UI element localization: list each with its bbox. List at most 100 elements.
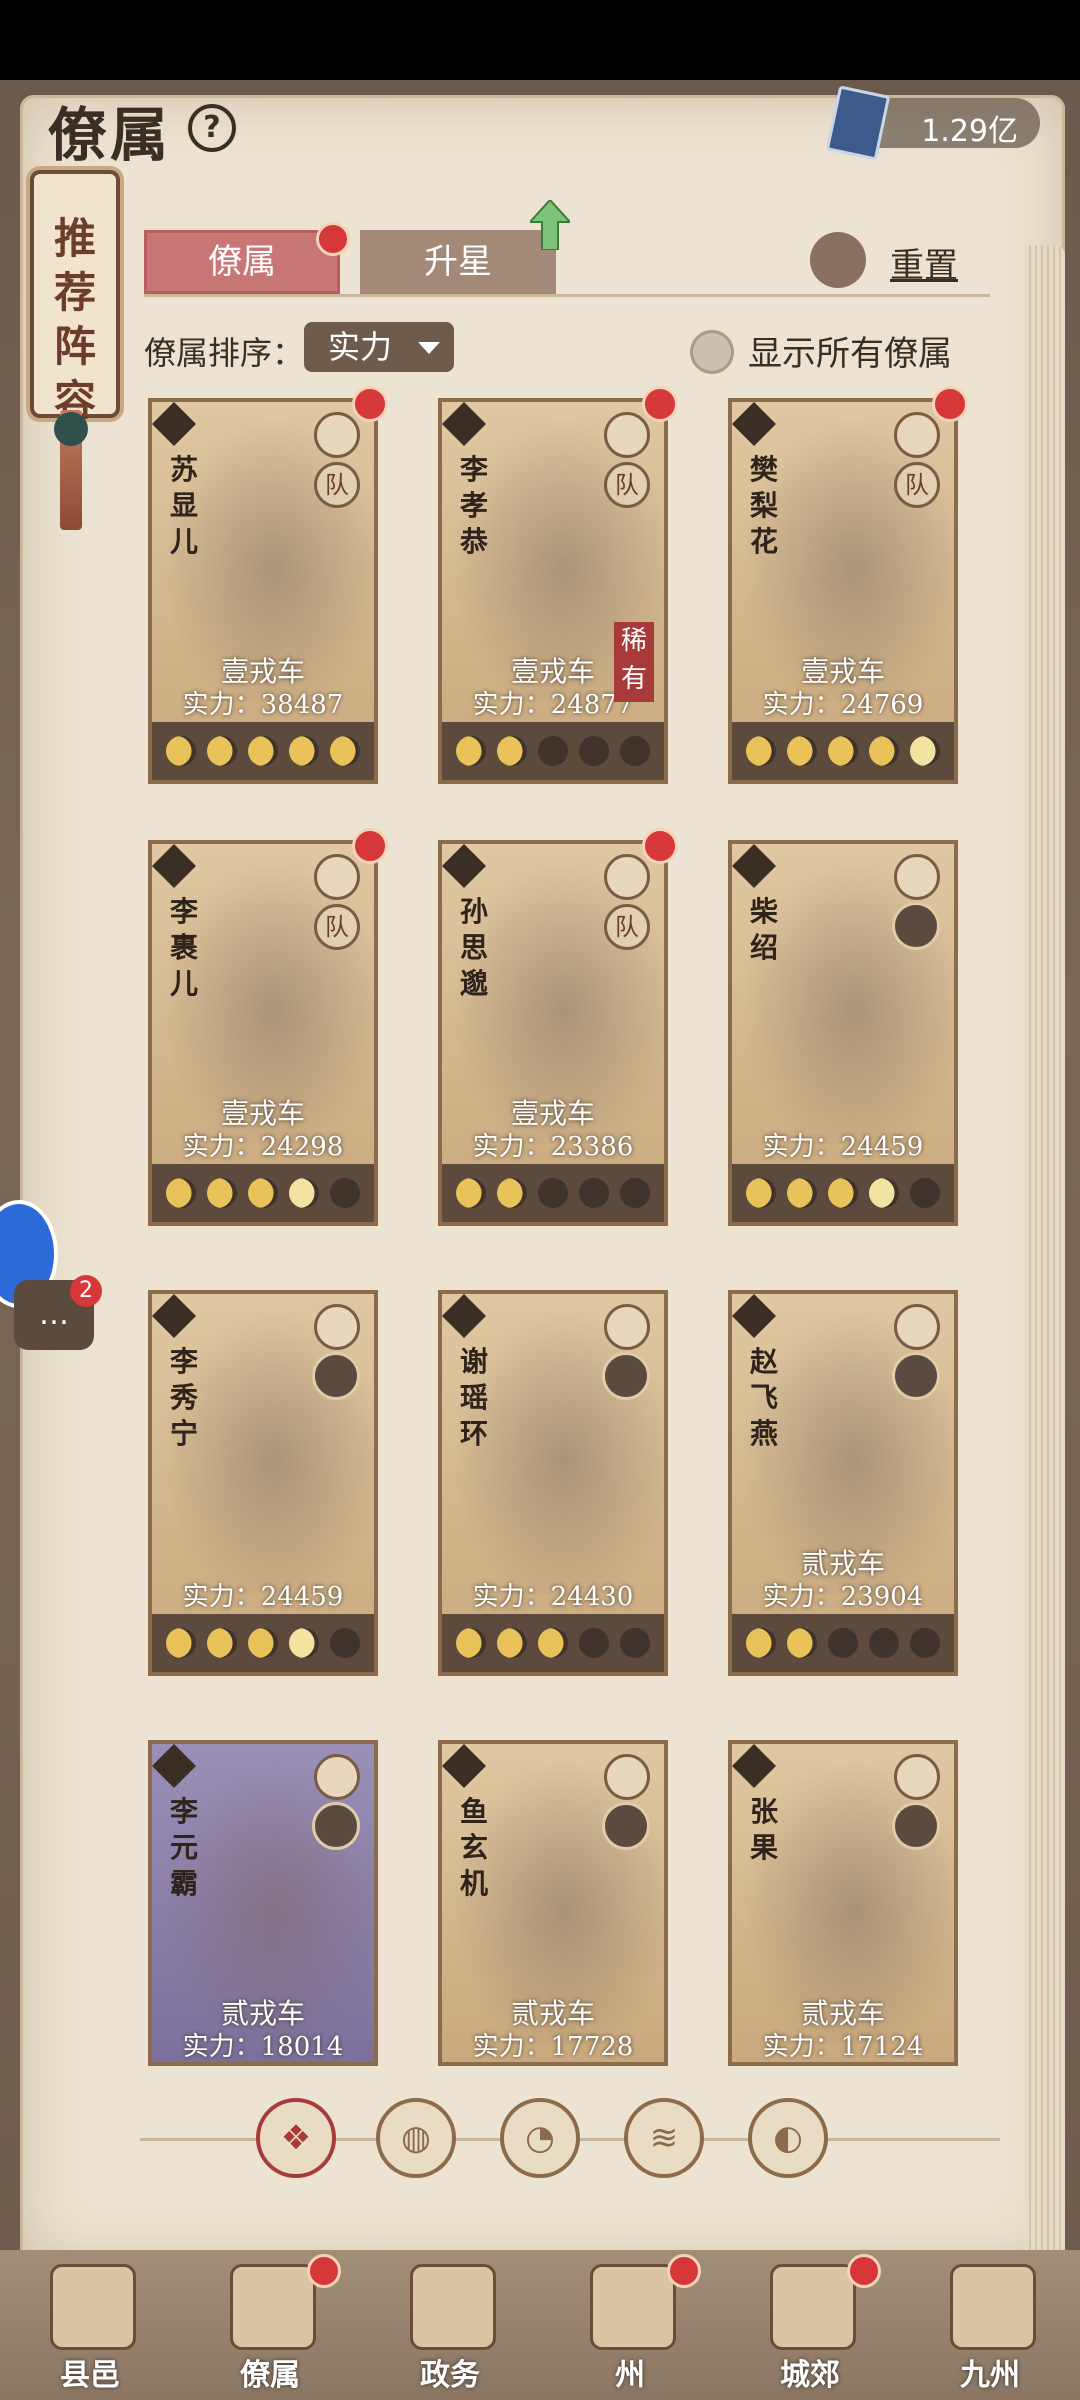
moon-star-icon xyxy=(165,1178,196,1208)
moon-star-icon xyxy=(206,1628,237,1658)
moon-star-icon xyxy=(579,1178,610,1208)
filter-faction-button[interactable]: ≋ xyxy=(624,2098,704,2178)
moon-star-icon xyxy=(289,736,320,766)
arrow-up-icon xyxy=(530,200,570,250)
filter-faction-button[interactable]: ◍ xyxy=(376,2098,456,2178)
show-all-label: 显示所有僚属 xyxy=(748,334,952,374)
moon-star-icon xyxy=(496,1178,527,1208)
subordinate-card[interactable]: 苏显儿队壹戎车 实力：38487 xyxy=(148,398,378,784)
subordinate-card[interactable]: 张果 贰戎车 实力：17124 xyxy=(728,1740,958,2066)
tab-subordinates[interactable]: 僚属 xyxy=(144,230,340,294)
help-icon[interactable]: ? xyxy=(188,104,236,152)
power-value: 实力：24430 xyxy=(472,1582,634,1612)
star-level-bar xyxy=(152,722,374,780)
subordinate-name: 苏显儿 xyxy=(169,453,198,558)
card-notification-dot xyxy=(352,828,388,864)
moon-star-icon xyxy=(496,736,527,766)
recommended-lineup-button[interactable]: 推荐阵容 xyxy=(30,170,120,425)
moon-star-icon xyxy=(620,1178,651,1208)
rare-badge: 稀有 xyxy=(614,622,654,702)
subordinate-card[interactable]: 李孝恭队壹戎车 实力：24877 稀有 xyxy=(438,398,668,784)
moon-star-icon xyxy=(579,1628,610,1658)
power-value: 实力：24769 xyxy=(762,690,924,720)
moon-star-icon xyxy=(455,1178,486,1208)
nav-label: 政务 xyxy=(420,2358,480,2393)
subordinate-card[interactable]: 柴绍 实力：24459 xyxy=(728,840,958,1226)
team-badge: 队 xyxy=(604,904,650,950)
nav-item[interactable]: 僚属 xyxy=(195,2250,345,2400)
moon-star-icon xyxy=(869,1178,900,1208)
subordinate-name: 赵飞燕 xyxy=(749,1345,778,1450)
moon-star-icon xyxy=(827,1178,858,1208)
power-value: 实力：23904 xyxy=(762,1582,924,1612)
nav-item[interactable]: 县邑 xyxy=(15,2250,165,2400)
nav-label: 九州 xyxy=(960,2358,1020,2393)
subordinate-card[interactable]: 樊梨花队壹戎车 实力：24769 xyxy=(728,398,958,784)
moon-star-icon xyxy=(910,1628,941,1658)
weapon-icon xyxy=(894,1754,940,1800)
subordinate-name: 李裹儿 xyxy=(169,895,198,1000)
subordinate-card[interactable]: 李元霸 贰戎车 实力：18014 xyxy=(148,1740,378,2066)
subordinate-name: 李孝恭 xyxy=(459,453,488,558)
moon-star-icon xyxy=(537,1628,568,1658)
moon-star-icon xyxy=(496,1628,527,1658)
weapon-icon xyxy=(894,854,940,900)
moon-star-icon xyxy=(537,1178,568,1208)
bottom-navigation: 县邑 僚属 政务 州 城郊 九州 xyxy=(0,2250,1080,2400)
nav-item[interactable]: 州 xyxy=(555,2250,705,2400)
reset-button[interactable]: 重置 xyxy=(890,238,958,287)
subordinate-card[interactable]: 李秀宁 实力：24459 xyxy=(148,1290,378,1676)
subordinate-card[interactable]: 鱼玄机 贰戎车 实力：17728 xyxy=(438,1740,668,2066)
nav-label: 僚属 xyxy=(240,2358,300,2393)
avatar xyxy=(892,1352,940,1400)
nav-icon xyxy=(950,2264,1036,2350)
moon-star-icon xyxy=(786,1628,817,1658)
power-value: 实力：18014 xyxy=(182,2032,344,2062)
chevron-down-icon xyxy=(418,342,440,354)
tab-star-up[interactable]: 升星 xyxy=(360,230,556,294)
recommended-lineup-label: 推荐阵容 xyxy=(53,214,96,425)
avatar xyxy=(892,902,940,950)
currency-value: 1.29亿 xyxy=(921,114,1018,149)
nav-label: 县邑 xyxy=(60,2358,120,2393)
weapon-icon xyxy=(894,1304,940,1350)
moon-star-icon xyxy=(289,1178,320,1208)
filter-faction-button[interactable]: ◐ xyxy=(748,2098,828,2178)
subordinate-card[interactable]: 孙思邈队壹戎车 实力：23386 xyxy=(438,840,668,1226)
moon-star-icon xyxy=(745,736,776,766)
filter-all-button[interactable]: ❖ xyxy=(256,2098,336,2178)
moon-star-icon xyxy=(620,736,651,766)
show-all-toggle[interactable] xyxy=(690,330,734,374)
nav-item[interactable]: 政务 xyxy=(375,2250,525,2400)
subordinate-card[interactable]: 谢瑶环 实力：24430 xyxy=(438,1290,668,1676)
subordinate-card[interactable]: 赵飞燕 贰戎车 实力：23904 xyxy=(728,1290,958,1676)
nav-item[interactable]: 九州 xyxy=(915,2250,1065,2400)
subordinate-card[interactable]: 李裹儿队壹戎车 实力：24298 xyxy=(148,840,378,1226)
star-level-bar xyxy=(732,1614,954,1672)
tassel-knot xyxy=(54,412,88,446)
avatar xyxy=(312,1352,360,1400)
moon-star-icon xyxy=(247,1178,278,1208)
weapon-icon xyxy=(314,1304,360,1350)
nav-icon xyxy=(590,2264,676,2350)
nav-item[interactable]: 城郊 xyxy=(735,2250,885,2400)
chat-unread-badge: 2 xyxy=(70,1275,102,1307)
star-level-bar xyxy=(442,1614,664,1672)
subordinate-name: 张果 xyxy=(749,1795,778,1864)
tab-divider xyxy=(144,294,990,297)
sort-selected: 实力 xyxy=(328,328,393,366)
weapon-icon xyxy=(604,1754,650,1800)
moon-star-icon xyxy=(247,736,278,766)
star-level-bar xyxy=(152,1614,374,1672)
moon-star-icon xyxy=(869,736,900,766)
sort-dropdown[interactable]: 实力 xyxy=(304,322,454,372)
star-level-bar xyxy=(732,1164,954,1222)
moon-star-icon xyxy=(910,1178,941,1208)
power-value: 实力：17728 xyxy=(472,2032,634,2062)
moon-star-icon xyxy=(206,736,237,766)
filter-faction-button[interactable]: ◔ xyxy=(500,2098,580,2178)
moon-star-icon xyxy=(455,736,486,766)
tab-notification-dot xyxy=(316,222,350,256)
reset-icon[interactable] xyxy=(810,232,866,288)
nav-notification-dot xyxy=(847,2254,881,2288)
